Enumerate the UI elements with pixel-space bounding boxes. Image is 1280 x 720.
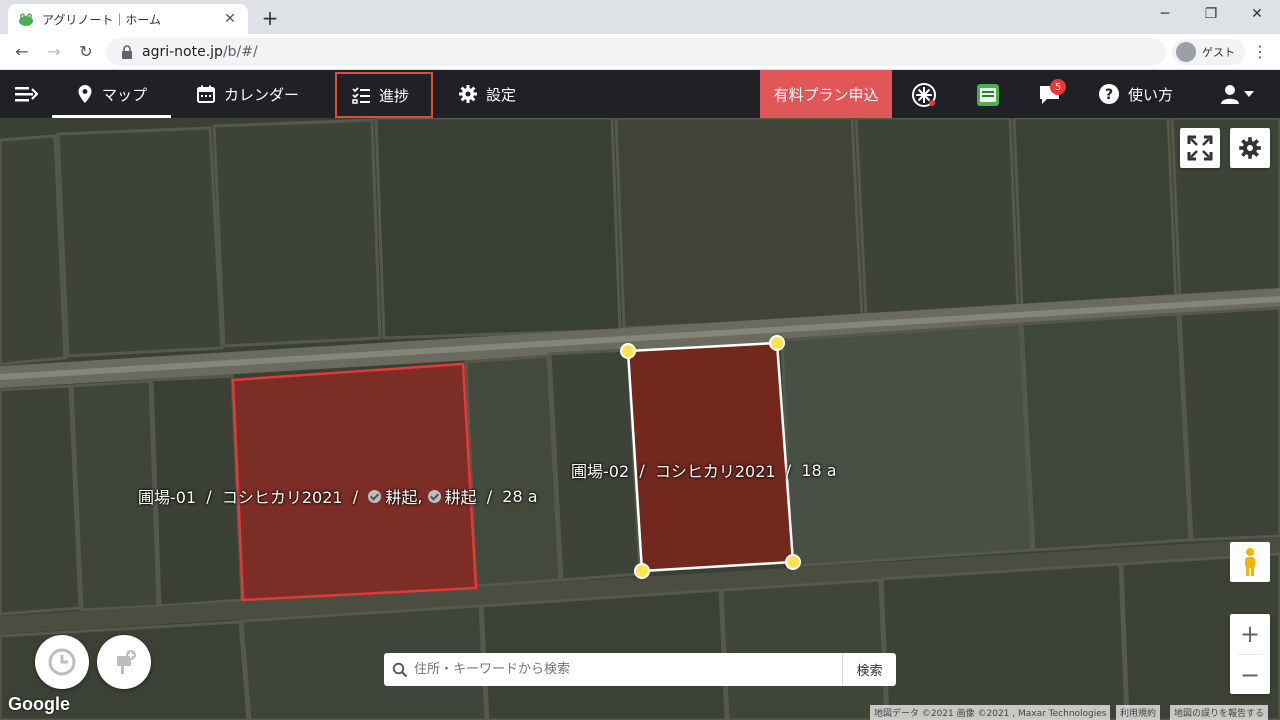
label-separator: / bbox=[352, 486, 359, 506]
label-separator: / bbox=[639, 460, 645, 480]
search-icon bbox=[392, 662, 408, 677]
field-01-crop: コシヒカリ2021 bbox=[221, 488, 343, 507]
nav-progress-label: 進捗 bbox=[379, 86, 410, 105]
app-header: マップ カレンダー 進捗 設定 有料プラン申込 ? 使い方 bbox=[0, 70, 1280, 118]
search-input[interactable] bbox=[414, 653, 842, 686]
history-button[interactable] bbox=[35, 635, 89, 689]
field-01-label[interactable]: 圃場-01 / コシヒカリ2021 / 耕起, 耕起 / 28 a bbox=[138, 484, 538, 508]
field-01-polygon[interactable] bbox=[231, 362, 478, 602]
field-02-label[interactable]: 圃場-02 / コシヒカリ2021 / 18 a bbox=[571, 458, 837, 482]
rice-icon[interactable] bbox=[911, 82, 937, 108]
pegman-icon bbox=[1245, 548, 1255, 576]
field-01-name: 圃場-01 bbox=[138, 488, 197, 507]
avatar-icon bbox=[1176, 42, 1196, 62]
task-separator: , bbox=[417, 486, 423, 506]
paid-plan-button[interactable]: 有料プラン申込 bbox=[760, 70, 892, 118]
url-field[interactable]: agri-note.jp/b/#/ bbox=[106, 38, 1166, 66]
nav-settings-label: 設定 bbox=[486, 85, 517, 104]
add-flag-icon bbox=[117, 650, 136, 674]
add-marker-button[interactable] bbox=[97, 635, 151, 689]
nav-progress[interactable]: 進捗 bbox=[335, 72, 433, 118]
vertex-handle[interactable] bbox=[634, 563, 650, 579]
gear-icon bbox=[459, 85, 477, 103]
vertex-handle[interactable] bbox=[620, 343, 636, 359]
field-02-crop: コシヒカリ2021 bbox=[654, 462, 776, 481]
field-02-polygon[interactable] bbox=[626, 341, 795, 573]
help-icon: ? bbox=[1099, 84, 1119, 104]
forward-icon[interactable]: → bbox=[44, 42, 64, 61]
map-attribution: 地図データ ©2021 画像 ©2021 , Maxar Technologie… bbox=[870, 705, 1111, 720]
zoom-out-button[interactable]: − bbox=[1230, 655, 1270, 694]
google-logo: Google bbox=[8, 694, 70, 714]
satellite-imagery bbox=[0, 118, 1280, 720]
checklist-icon bbox=[352, 87, 370, 104]
field-01-area: 28 a bbox=[502, 486, 538, 506]
zoom-control: + − bbox=[1230, 614, 1270, 694]
street-view-pegman[interactable] bbox=[1230, 542, 1270, 582]
field-01-task-1: 耕起 bbox=[385, 488, 418, 507]
nav-calendar[interactable]: カレンダー bbox=[196, 70, 299, 118]
agri-book-icon[interactable] bbox=[975, 82, 1001, 108]
done-check-icon bbox=[427, 489, 441, 503]
report-error-link[interactable]: 地図の誤りを報告する bbox=[1170, 705, 1269, 720]
field-02-name: 圃場-02 bbox=[571, 462, 630, 481]
label-separator: / bbox=[206, 486, 212, 506]
lock-icon bbox=[122, 45, 132, 59]
fullscreen-button[interactable] bbox=[1180, 128, 1220, 168]
fullscreen-icon bbox=[1187, 135, 1213, 161]
back-icon[interactable]: ← bbox=[12, 42, 32, 61]
nav-help-label: 使い方 bbox=[1128, 85, 1174, 104]
user-icon bbox=[1221, 85, 1239, 104]
zoom-in-button[interactable]: + bbox=[1230, 614, 1270, 654]
field-02-area: 18 a bbox=[801, 460, 837, 480]
clock-icon bbox=[48, 648, 76, 676]
gear-icon bbox=[1239, 137, 1261, 159]
nav-map-label: マップ bbox=[102, 85, 148, 104]
field-01-task-2: 耕起 bbox=[444, 488, 477, 507]
reload-icon[interactable]: ↻ bbox=[76, 42, 96, 61]
map-search: 検索 bbox=[384, 653, 896, 686]
browser-menu-icon[interactable]: ⋮ bbox=[1252, 42, 1268, 61]
profile-button[interactable]: ゲスト bbox=[1172, 39, 1245, 65]
nav-calendar-label: カレンダー bbox=[224, 85, 300, 104]
frog-favicon-icon bbox=[19, 13, 33, 26]
search-button[interactable]: 検索 bbox=[842, 653, 896, 686]
terms-link[interactable]: 利用規約 bbox=[1116, 705, 1161, 720]
restore-icon[interactable]: ❐ bbox=[1188, 6, 1234, 22]
url-host: agri-note.jp bbox=[142, 44, 223, 60]
caret-down-icon bbox=[1244, 91, 1254, 97]
notification-badge: 5 bbox=[1050, 79, 1066, 95]
map-area[interactable]: 圃場-01 / コシヒカリ2021 / 耕起, 耕起 / 28 a 圃場-02 … bbox=[0, 118, 1280, 720]
menu-toggle-icon[interactable] bbox=[14, 70, 46, 118]
tab-close-icon[interactable]: ✕ bbox=[222, 11, 238, 27]
calendar-icon bbox=[197, 85, 215, 103]
minimize-icon[interactable]: ─ bbox=[1142, 6, 1188, 22]
tab-title: アグリノート｜ホーム bbox=[42, 12, 162, 27]
nav-settings[interactable]: 設定 bbox=[458, 70, 516, 118]
map-settings-button[interactable] bbox=[1230, 128, 1270, 168]
done-check-icon bbox=[368, 489, 382, 503]
label-separator: / bbox=[785, 460, 792, 480]
svg-text:?: ? bbox=[1105, 87, 1113, 103]
address-bar: ← → ↻ agri-note.jp/b/#/ ゲスト ⋮ bbox=[0, 34, 1280, 70]
nav-help[interactable]: ? 使い方 bbox=[1098, 70, 1173, 118]
vertex-handle[interactable] bbox=[785, 554, 801, 570]
new-tab-icon[interactable]: + bbox=[258, 6, 282, 30]
url-path: /b/#/ bbox=[222, 44, 258, 60]
user-menu[interactable] bbox=[1220, 70, 1262, 118]
browser-tabstrip: アグリノート｜ホーム ✕ + ─ ❐ ✕ bbox=[0, 0, 1280, 34]
vertex-handle[interactable] bbox=[769, 335, 785, 351]
nav-map[interactable]: マップ bbox=[52, 70, 172, 118]
browser-tab[interactable]: アグリノート｜ホーム ✕ bbox=[8, 4, 248, 34]
window-close-icon[interactable]: ✕ bbox=[1234, 6, 1280, 22]
label-separator: / bbox=[486, 486, 493, 506]
map-pin-icon bbox=[78, 85, 92, 103]
profile-label: ゲスト bbox=[1202, 46, 1235, 59]
